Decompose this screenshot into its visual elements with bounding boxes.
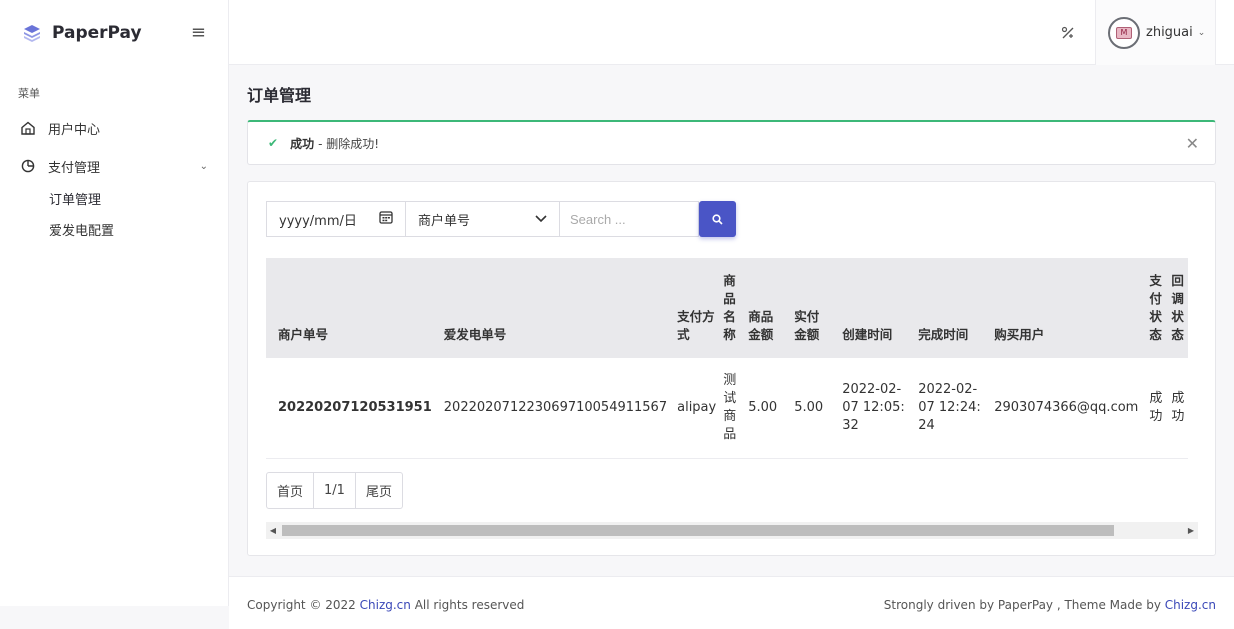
orders-card: yyyy/mm/日 商户单号 商户单号 爱发电单号 支付方式 — [247, 181, 1216, 556]
search-button[interactable] — [699, 201, 736, 237]
menu-toggle-icon[interactable]: ≡ — [191, 22, 206, 43]
column-header: 商户单号 — [278, 327, 329, 342]
cell-created-at: 2022-02-07 12:05:32 — [836, 358, 913, 459]
chevron-down-icon — [535, 212, 547, 227]
search-box[interactable] — [560, 201, 699, 237]
scroll-right-icon[interactable]: ▶ — [1184, 526, 1198, 535]
calendar-icon[interactable] — [379, 210, 393, 228]
avatar: M — [1108, 16, 1140, 49]
column-header: 支付状态 — [1149, 273, 1162, 342]
footer: Copyright © 2022 Chizg.cn All rights res… — [229, 576, 1234, 629]
user-menu[interactable]: M zhiguai ⌄ — [1095, 0, 1216, 65]
sidebar-subitem-afdian-config[interactable]: 爱发电配置 — [0, 216, 228, 247]
topbar: M zhiguai ⌄ — [229, 0, 1234, 65]
success-alert: ✔ 成功 - 删除成功! ✕ — [247, 120, 1216, 165]
orders-table: 商户单号 爱发电单号 支付方式 商品名称 商品金额 实付金额 创建时间 完成时间… — [266, 258, 1189, 459]
credits-prefix: Strongly driven by PaperPay , Theme Made… — [883, 598, 1165, 612]
pager-current: 1/1 — [314, 473, 356, 508]
column-header: 商品金额 — [748, 309, 774, 342]
sidebar: PaperPay ≡ 菜单 用户中心 支付管理 ⌄ 订单管理 爱发电配置 — [0, 0, 229, 606]
search-icon — [712, 213, 723, 225]
check-icon: ✔ — [268, 136, 279, 150]
brand: PaperPay ≡ — [0, 0, 228, 65]
alert-title: 成功 — [290, 136, 315, 151]
sidebar-item-payment-management[interactable]: 支付管理 ⌄ — [0, 147, 228, 185]
theme-toggle-icon[interactable] — [1057, 22, 1079, 44]
logo-icon — [24, 24, 40, 42]
date-placeholder: yyyy/mm/日 — [279, 213, 357, 229]
cell-callback-status: 成功 — [1166, 358, 1189, 459]
brand-name[interactable]: PaperPay — [52, 23, 191, 43]
cell-finished-at: 2022-02-07 12:24:24 — [912, 358, 989, 459]
copyright-link[interactable]: Chizg.cn — [360, 598, 411, 612]
column-header: 爱发电单号 — [443, 327, 507, 342]
cell-paid-amount: 5.00 — [788, 358, 837, 459]
cell-merchant-no: 20220207120531951 — [266, 358, 438, 459]
search-input[interactable] — [570, 211, 688, 227]
pagination: 首页 1/1 尾页 — [266, 472, 403, 509]
close-icon[interactable]: ✕ — [1186, 134, 1199, 153]
column-header: 创建时间 — [842, 327, 893, 342]
avatar-image-icon: M — [1116, 26, 1132, 39]
username: zhiguai — [1146, 25, 1193, 40]
footer-credits: Strongly driven by PaperPay , Theme Made… — [884, 598, 1216, 612]
select-value: 商户单号 — [418, 213, 471, 229]
alert-message: - 删除成功! — [318, 136, 380, 151]
filter-bar: yyyy/mm/日 商户单号 — [266, 201, 736, 237]
pager-last-button[interactable]: 尾页 — [356, 473, 402, 508]
column-header: 商品名称 — [723, 273, 736, 342]
page-title: 订单管理 — [247, 86, 312, 105]
cell-pay-status: 成功 — [1144, 358, 1167, 459]
sidebar-item-label: 支付管理 — [48, 160, 101, 176]
credits-link[interactable]: Chizg.cn — [1165, 598, 1216, 612]
chevron-down-icon: ⌄ — [199, 160, 208, 172]
footer-copyright: Copyright © 2022 Chizg.cn All rights res… — [247, 598, 524, 612]
sidebar-subitem-orders[interactable]: 订单管理 — [0, 185, 228, 216]
column-header: 支付方式 — [677, 309, 715, 342]
sidebar-item-label: 用户中心 — [48, 122, 101, 138]
horizontal-scrollbar[interactable]: ◀ ▶ — [266, 522, 1198, 539]
column-header: 购买用户 — [994, 327, 1045, 342]
cell-afdian-no: 202202071223069710054911567 — [437, 358, 674, 459]
table-row[interactable]: 20220207120531951 2022020712230697100549… — [266, 358, 1189, 459]
search-field-select[interactable]: 商户单号 — [406, 201, 560, 237]
pie-chart-icon — [20, 158, 36, 174]
date-input[interactable]: yyyy/mm/日 — [266, 201, 406, 237]
sidebar-item-user-center[interactable]: 用户中心 — [0, 109, 228, 147]
column-header: 实付金额 — [794, 309, 820, 342]
scrollbar-thumb[interactable] — [282, 525, 1114, 536]
column-header: 完成时间 — [918, 327, 969, 342]
column-header: 回调状态 — [1171, 273, 1184, 342]
copyright-prefix: Copyright © 2022 — [247, 598, 360, 612]
home-icon — [20, 120, 36, 136]
cell-buyer: 2903074366@qq.com — [988, 358, 1145, 459]
scroll-left-icon[interactable]: ◀ — [266, 526, 280, 535]
copyright-suffix: All rights reserved — [410, 598, 525, 612]
pager-first-button[interactable]: 首页 — [267, 473, 315, 508]
table-header-row: 商户单号 爱发电单号 支付方式 商品名称 商品金额 实付金额 创建时间 完成时间… — [266, 258, 1189, 358]
sidebar-section-label: 菜单 — [18, 87, 40, 100]
chevron-down-icon: ⌄ — [1197, 27, 1206, 38]
cell-pay-method: alipay — [673, 358, 721, 459]
table-container: 商户单号 爱发电单号 支付方式 商品名称 商品金额 实付金额 创建时间 完成时间… — [266, 258, 1198, 459]
cell-product-name: 测试商品 — [720, 358, 743, 459]
cell-product-amount: 5.00 — [742, 358, 789, 459]
